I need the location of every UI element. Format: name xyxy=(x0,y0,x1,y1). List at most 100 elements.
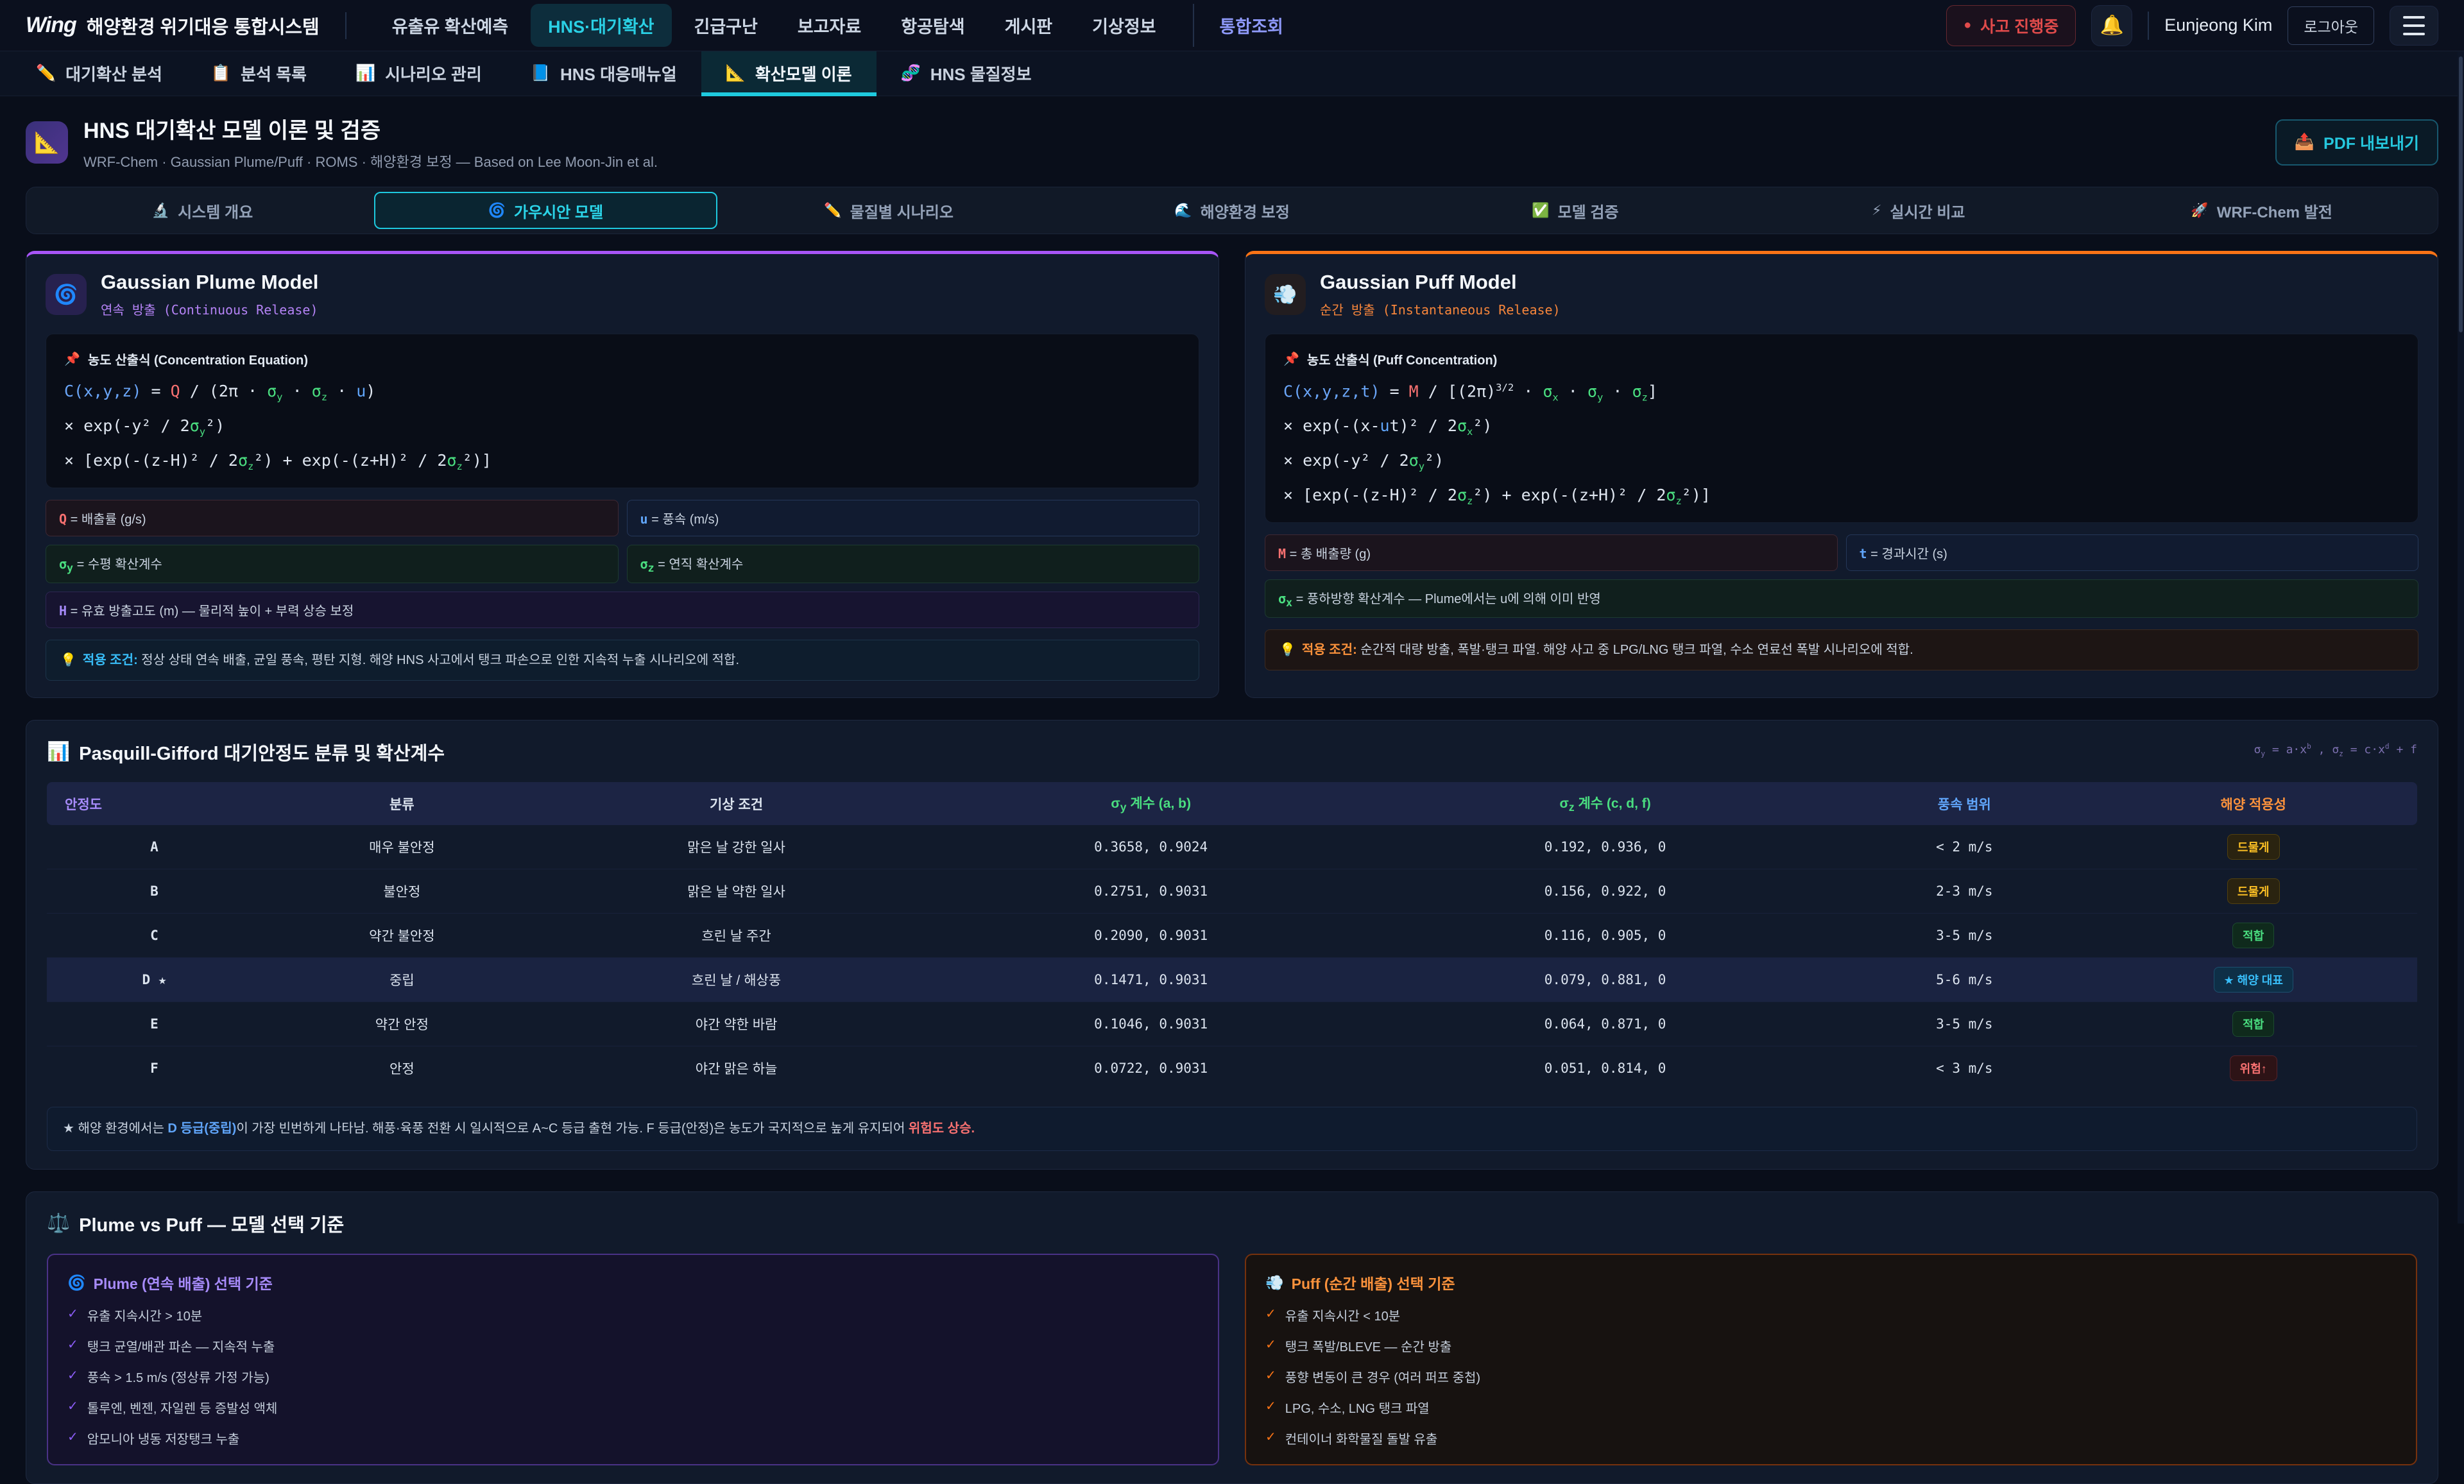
top-navigation-bar: Wing 해양환경 위기대응 통합시스템 유출유 확산예측HNS·대기확산긴급구… xyxy=(0,0,2464,51)
topnav-item[interactable]: 기상정보 xyxy=(1075,4,1173,47)
note-label: 적용 조건: xyxy=(1302,643,1357,657)
section-tab[interactable]: 🔬시스템 개요 xyxy=(31,192,374,229)
topnav-item[interactable]: 보고자료 xyxy=(780,4,878,47)
logout-button[interactable]: 로그아웃 xyxy=(2288,6,2374,45)
hamburger-menu-button[interactable] xyxy=(2390,6,2438,46)
module-tab[interactable]: 📘HNS 대응매뉴얼 xyxy=(506,51,701,96)
param-box: M = 총 배출량 (g) xyxy=(1265,534,1838,571)
formula-segment: σ xyxy=(190,416,200,435)
sigma-y-cell: 0.1046, 0.9031 xyxy=(930,1002,1371,1046)
formula-segment: = xyxy=(1380,382,1409,400)
formula-segment: z xyxy=(1467,495,1473,507)
formula-segment: σ xyxy=(1666,486,1675,504)
formula-segment: × exp(-(x- xyxy=(1283,416,1380,435)
pin-icon: 📌 xyxy=(64,351,80,367)
header-row: 안정도분류기상 조건σy 계수 (a, b)σz 계수 (c, d, f)풍속 … xyxy=(47,782,2417,825)
module-tab[interactable]: 📐확산모델 이론 xyxy=(701,51,877,96)
class-cell: 매우 불안정 xyxy=(262,825,542,869)
panel-title: 💨Puff (순간 배출) 선택 기준 xyxy=(1265,1272,2397,1293)
stability-grade-cell: B xyxy=(47,869,262,914)
formula-segment: 위험도 상승. xyxy=(909,1122,975,1136)
stability-grade-cell: F xyxy=(47,1046,262,1091)
formula-segment: z xyxy=(321,391,327,403)
class-cell: 안정 xyxy=(262,1046,542,1091)
module-tab-icon: 📋 xyxy=(211,64,231,83)
topnav-item[interactable]: 항공탐색 xyxy=(884,4,982,47)
section-tab-icon: 🚀 xyxy=(2191,202,2208,219)
user-name: Eunjeong Kim xyxy=(2164,15,2272,35)
panel-title-text: Plume (연속 배출) 선택 기준 xyxy=(94,1272,273,1293)
formula-segment: ] xyxy=(1648,382,1657,400)
formula-line: C(x,y,z,t) = M / [(2π)3/2 · σx · σy · σz… xyxy=(1283,382,2400,403)
formula-segment: / [(2π) xyxy=(1419,382,1496,400)
primary-nav: 유출유 확산예측HNS·대기확산긴급구난보고자료항공탐색게시판기상정보 통합조회 xyxy=(375,4,1306,47)
applicability-badge: ★ 해양 대표 xyxy=(2214,967,2293,993)
formula-segment: × [exp(-(z-H)² / 2 xyxy=(64,451,238,470)
column-header: 분류 xyxy=(262,782,542,825)
section-tab[interactable]: ✅모델 검증 xyxy=(1403,192,1747,229)
page-title: HNS 대기확산 모델 이론 및 검증 xyxy=(83,113,658,144)
param-symbol: t xyxy=(1860,546,1867,561)
formula-segment: σ xyxy=(267,382,277,400)
module-tab[interactable]: 🧬HNS 물질정보 xyxy=(877,51,1056,96)
stability-table: 안정도분류기상 조건σy 계수 (a, b)σz 계수 (c, d, f)풍속 … xyxy=(47,782,2417,1090)
topnav-item[interactable]: 긴급구난 xyxy=(677,4,775,47)
formula-segment: σ xyxy=(1543,382,1552,400)
section-tab[interactable]: 🌀가우시안 모델 xyxy=(374,192,717,229)
formula-segment: · xyxy=(1603,382,1632,400)
hamburger-icon xyxy=(2403,16,2425,19)
check-icon: ✓ xyxy=(67,1429,78,1447)
formula-segment: ) xyxy=(366,382,375,400)
module-tab[interactable]: 📋분석 목록 xyxy=(187,51,331,96)
puff-formula-block: 📌 농도 산출식 (Puff Concentration) C(x,y,z,t)… xyxy=(1265,334,2418,523)
formula-segment: M xyxy=(1409,382,1419,400)
criteria-text: LPG, 수소, LNG 탱크 파열 xyxy=(1285,1398,1430,1417)
sigma-y-cell: 0.3658, 0.9024 xyxy=(930,825,1371,869)
applicability-cell: 드물게 xyxy=(2089,825,2417,869)
param-desc: = 유효 방출고도 (m) — 물리적 높이 + 부력 상승 보정 xyxy=(67,604,354,618)
criteria-item: ✓암모니아 냉동 저장탱크 누출 xyxy=(67,1429,1199,1447)
check-icon: ✓ xyxy=(1265,1336,1276,1355)
formula-line: × exp(-(x-ut)² / 2σx²) xyxy=(1283,416,2400,438)
topnav-item[interactable]: 유출유 확산예측 xyxy=(375,4,526,47)
table-row: C약간 불안정흐린 날 주간0.2090, 0.90310.116, 0.905… xyxy=(47,914,2417,958)
module-tab[interactable]: ✏️대기확산 분석 xyxy=(12,51,187,96)
criteria-text: 톨루엔, 벤젠, 자일렌 등 증발성 액체 xyxy=(87,1398,278,1417)
stability-table-head: 안정도분류기상 조건σy 계수 (a, b)σz 계수 (c, d, f)풍속 … xyxy=(47,782,2417,825)
section-tab[interactable]: 🚀 WRF-Chem 발전 xyxy=(2090,192,2433,229)
formula-segment: σ xyxy=(312,382,321,400)
formula-segment: D 등급(중립) xyxy=(167,1122,236,1136)
formula-segment: σ xyxy=(1587,382,1597,400)
incident-label: 사고 진행중 xyxy=(1980,14,2058,37)
section-tab[interactable]: ✏️물질별 시나리오 xyxy=(717,192,1061,229)
page-scrollbar[interactable] xyxy=(2458,51,2464,1224)
topnav-item[interactable]: 통합조회 xyxy=(1193,4,1301,47)
criteria-item: ✓탱크 균열/배관 파손 — 지속적 누출 xyxy=(67,1336,1199,1355)
plume-card-subtitle: 연속 방출 (Continuous Release) xyxy=(101,300,318,318)
param-desc: = 배출률 (g/s) xyxy=(67,513,146,527)
formula-segment: ²) xyxy=(1473,416,1492,435)
formula-segment: C(x,y,z,t) xyxy=(1283,382,1380,400)
notifications-button[interactable]: 🔔 xyxy=(2091,5,2132,46)
model-cards-row: 🌀 Gaussian Plume Model 연속 방출 (Continuous… xyxy=(26,251,2438,698)
scrollbar-thumb[interactable] xyxy=(2459,56,2463,332)
module-tab-label: 시나리오 관리 xyxy=(385,62,482,85)
applicability-badge: 적합 xyxy=(2232,923,2274,948)
formula-segment: y xyxy=(277,391,282,403)
pdf-export-button[interactable]: 📤 PDF 내보내기 xyxy=(2275,119,2438,166)
module-tab[interactable]: 📊시나리오 관리 xyxy=(331,51,506,96)
main-content: 🌀 Gaussian Plume Model 연속 방출 (Continuous… xyxy=(0,251,2464,1484)
section-tab-icon: 🌊 xyxy=(1174,202,1192,219)
gaussian-puff-card: 💨 Gaussian Puff Model 순간 방출 (Instantaneo… xyxy=(1245,251,2438,698)
sigma-z-cell: 0.116, 0.905, 0 xyxy=(1371,914,1839,958)
criteria-item: ✓풍속 > 1.5 m/s (정상류 가정 가능) xyxy=(67,1367,1199,1386)
section-tab[interactable]: 🌊해양환경 보정 xyxy=(1061,192,1404,229)
page-header: 📐 HNS 대기확산 모델 이론 및 검증 WRF-Chem · Gaussia… xyxy=(0,96,2464,185)
section-tab[interactable]: ⚡실시간 비교 xyxy=(1747,192,2090,229)
section-tab-label: WRF-Chem 발전 xyxy=(2217,200,2332,222)
topnav-item[interactable]: HNS·대기확산 xyxy=(531,4,671,47)
topnav-item[interactable]: 게시판 xyxy=(988,4,1070,47)
formula-segment: ²) xyxy=(1425,451,1444,470)
class-cell: 중립 xyxy=(262,958,542,1002)
criteria-item: ✓컨테이너 화학물질 돌발 유출 xyxy=(1265,1429,2397,1447)
